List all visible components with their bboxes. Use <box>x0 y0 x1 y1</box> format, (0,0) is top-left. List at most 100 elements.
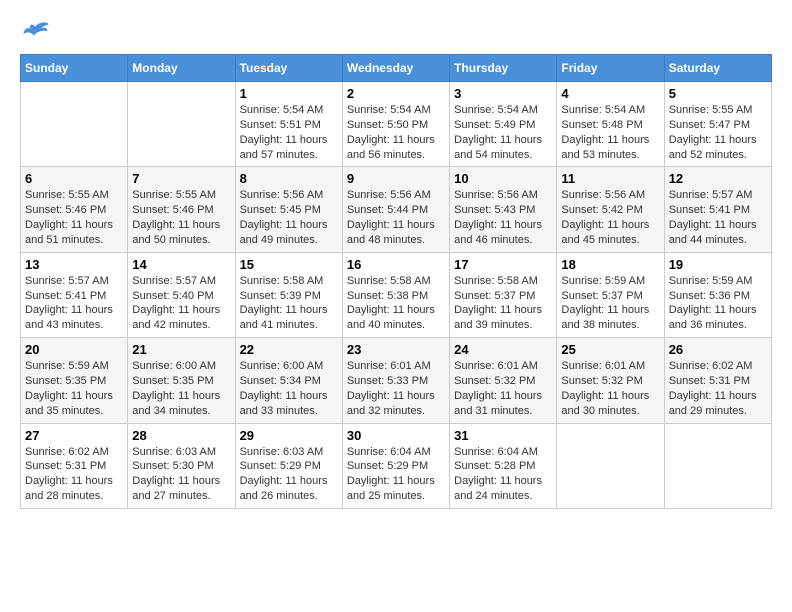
cell-content: Sunrise: 6:00 AMSunset: 5:34 PMDaylight:… <box>240 360 328 417</box>
day-number: 17 <box>454 257 552 272</box>
day-number: 29 <box>240 428 338 443</box>
cell-content: Sunrise: 6:02 AMSunset: 5:31 PMDaylight:… <box>25 446 113 503</box>
calendar-cell: 21 Sunrise: 6:00 AMSunset: 5:35 PMDayligh… <box>128 338 235 423</box>
day-number: 16 <box>347 257 445 272</box>
day-number: 20 <box>25 342 123 357</box>
day-number: 10 <box>454 171 552 186</box>
day-number: 31 <box>454 428 552 443</box>
cell-content: Sunrise: 6:03 AMSunset: 5:29 PMDaylight:… <box>240 446 328 503</box>
cell-content: Sunrise: 5:55 AMSunset: 5:47 PMDaylight:… <box>669 104 757 161</box>
cell-content: Sunrise: 5:59 AMSunset: 5:35 PMDaylight:… <box>25 360 113 417</box>
calendar-cell: 13 Sunrise: 5:57 AMSunset: 5:41 PMDayligh… <box>21 252 128 337</box>
calendar-cell: 4Sunrise: 5:54 AMSunset: 5:48 PMDaylight… <box>557 82 664 167</box>
cell-content: Sunrise: 5:54 AMSunset: 5:49 PMDaylight:… <box>454 104 542 161</box>
calendar-cell: 1Sunrise: 5:54 AMSunset: 5:51 PMDaylight… <box>235 82 342 167</box>
page-header <box>20 20 772 44</box>
cell-content: Sunrise: 5:55 AMSunset: 5:46 PMDaylight:… <box>132 189 220 246</box>
day-number: 18 <box>561 257 659 272</box>
day-number: 22 <box>240 342 338 357</box>
day-number: 27 <box>25 428 123 443</box>
day-number: 23 <box>347 342 445 357</box>
day-number: 7 <box>132 171 230 186</box>
cell-content: Sunrise: 5:54 AMSunset: 5:48 PMDaylight:… <box>561 104 649 161</box>
weekday-header: Wednesday <box>342 55 449 82</box>
calendar-cell: 23 Sunrise: 6:01 AMSunset: 5:33 PMDayligh… <box>342 338 449 423</box>
cell-content: Sunrise: 5:55 AMSunset: 5:46 PMDaylight:… <box>25 189 113 246</box>
calendar-cell: 29 Sunrise: 6:03 AMSunset: 5:29 PMDayligh… <box>235 423 342 508</box>
cell-content: Sunrise: 5:56 AMSunset: 5:44 PMDaylight:… <box>347 189 435 246</box>
calendar-cell <box>21 82 128 167</box>
weekday-header: Monday <box>128 55 235 82</box>
calendar-cell: 27 Sunrise: 6:02 AMSunset: 5:31 PMDayligh… <box>21 423 128 508</box>
calendar-cell <box>128 82 235 167</box>
day-number: 30 <box>347 428 445 443</box>
calendar-cell: 9 Sunrise: 5:56 AMSunset: 5:44 PMDaylight… <box>342 167 449 252</box>
cell-content: Sunrise: 6:04 AMSunset: 5:28 PMDaylight:… <box>454 446 542 503</box>
cell-content: Sunrise: 5:56 AMSunset: 5:42 PMDaylight:… <box>561 189 649 246</box>
calendar-cell: 7 Sunrise: 5:55 AMSunset: 5:46 PMDaylight… <box>128 167 235 252</box>
cell-content: Sunrise: 6:00 AMSunset: 5:35 PMDaylight:… <box>132 360 220 417</box>
cell-content: Sunrise: 6:02 AMSunset: 5:31 PMDaylight:… <box>669 360 757 417</box>
day-number: 28 <box>132 428 230 443</box>
weekday-header: Sunday <box>21 55 128 82</box>
cell-content: Sunrise: 5:57 AMSunset: 5:41 PMDaylight:… <box>669 189 757 246</box>
calendar-week-row: 1Sunrise: 5:54 AMSunset: 5:51 PMDaylight… <box>21 82 772 167</box>
calendar-week-row: 13 Sunrise: 5:57 AMSunset: 5:41 PMDayligh… <box>21 252 772 337</box>
day-number: 26 <box>669 342 767 357</box>
day-number: 12 <box>669 171 767 186</box>
calendar-cell: 28 Sunrise: 6:03 AMSunset: 5:30 PMDayligh… <box>128 423 235 508</box>
calendar-cell <box>557 423 664 508</box>
calendar-cell: 17Sunrise: 5:58 AMSunset: 5:37 PMDayligh… <box>450 252 557 337</box>
day-number: 14 <box>132 257 230 272</box>
weekday-header-row: SundayMondayTuesdayWednesdayThursdayFrid… <box>21 55 772 82</box>
calendar-cell: 22 Sunrise: 6:00 AMSunset: 5:34 PMDayligh… <box>235 338 342 423</box>
cell-content: Sunrise: 5:59 AMSunset: 5:36 PMDaylight:… <box>669 275 757 332</box>
calendar-cell: 3 Sunrise: 5:54 AMSunset: 5:49 PMDaylight… <box>450 82 557 167</box>
day-number: 2 <box>347 86 445 101</box>
calendar-cell: 18Sunrise: 5:59 AMSunset: 5:37 PMDayligh… <box>557 252 664 337</box>
day-number: 9 <box>347 171 445 186</box>
calendar-cell: 8 Sunrise: 5:56 AMSunset: 5:45 PMDaylight… <box>235 167 342 252</box>
cell-content: Sunrise: 6:01 AMSunset: 5:33 PMDaylight:… <box>347 360 435 417</box>
cell-content: Sunrise: 5:56 AMSunset: 5:45 PMDaylight:… <box>240 189 328 246</box>
calendar-cell: 24Sunrise: 6:01 AMSunset: 5:32 PMDayligh… <box>450 338 557 423</box>
calendar-cell: 10 Sunrise: 5:56 AMSunset: 5:43 PMDayligh… <box>450 167 557 252</box>
cell-content: Sunrise: 6:03 AMSunset: 5:30 PMDaylight:… <box>132 446 220 503</box>
calendar-cell: 11 Sunrise: 5:56 AMSunset: 5:42 PMDayligh… <box>557 167 664 252</box>
calendar-cell: 15 Sunrise: 5:58 AMSunset: 5:39 PMDayligh… <box>235 252 342 337</box>
calendar-cell: 25Sunrise: 6:01 AMSunset: 5:32 PMDayligh… <box>557 338 664 423</box>
day-number: 21 <box>132 342 230 357</box>
day-number: 8 <box>240 171 338 186</box>
cell-content: Sunrise: 5:57 AMSunset: 5:41 PMDaylight:… <box>25 275 113 332</box>
calendar-week-row: 20 Sunrise: 5:59 AMSunset: 5:35 PMDayligh… <box>21 338 772 423</box>
calendar-cell: 19 Sunrise: 5:59 AMSunset: 5:36 PMDayligh… <box>664 252 771 337</box>
weekday-header: Saturday <box>664 55 771 82</box>
calendar-cell: 20 Sunrise: 5:59 AMSunset: 5:35 PMDayligh… <box>21 338 128 423</box>
day-number: 11 <box>561 171 659 186</box>
calendar-cell: 5Sunrise: 5:55 AMSunset: 5:47 PMDaylight… <box>664 82 771 167</box>
cell-content: Sunrise: 5:58 AMSunset: 5:39 PMDaylight:… <box>240 275 328 332</box>
cell-content: Sunrise: 6:01 AMSunset: 5:32 PMDaylight:… <box>561 360 649 417</box>
weekday-header: Thursday <box>450 55 557 82</box>
day-number: 13 <box>25 257 123 272</box>
calendar-cell <box>664 423 771 508</box>
logo <box>20 20 54 44</box>
day-number: 15 <box>240 257 338 272</box>
calendar-cell: 12 Sunrise: 5:57 AMSunset: 5:41 PMDayligh… <box>664 167 771 252</box>
cell-content: Sunrise: 5:57 AMSunset: 5:40 PMDaylight:… <box>132 275 220 332</box>
cell-content: Sunrise: 5:56 AMSunset: 5:43 PMDaylight:… <box>454 189 542 246</box>
day-number: 3 <box>454 86 552 101</box>
calendar-cell: 26 Sunrise: 6:02 AMSunset: 5:31 PMDayligh… <box>664 338 771 423</box>
calendar-week-row: 6 Sunrise: 5:55 AMSunset: 5:46 PMDaylight… <box>21 167 772 252</box>
calendar-cell: 6 Sunrise: 5:55 AMSunset: 5:46 PMDaylight… <box>21 167 128 252</box>
day-number: 24 <box>454 342 552 357</box>
calendar-cell: 2Sunrise: 5:54 AMSunset: 5:50 PMDaylight… <box>342 82 449 167</box>
day-number: 19 <box>669 257 767 272</box>
calendar-cell: 31 Sunrise: 6:04 AMSunset: 5:28 PMDayligh… <box>450 423 557 508</box>
cell-content: Sunrise: 5:58 AMSunset: 5:38 PMDaylight:… <box>347 275 435 332</box>
calendar-cell: 16 Sunrise: 5:58 AMSunset: 5:38 PMDayligh… <box>342 252 449 337</box>
day-number: 6 <box>25 171 123 186</box>
calendar-week-row: 27 Sunrise: 6:02 AMSunset: 5:31 PMDayligh… <box>21 423 772 508</box>
calendar-cell: 30Sunrise: 6:04 AMSunset: 5:29 PMDayligh… <box>342 423 449 508</box>
logo-icon <box>20 20 50 44</box>
